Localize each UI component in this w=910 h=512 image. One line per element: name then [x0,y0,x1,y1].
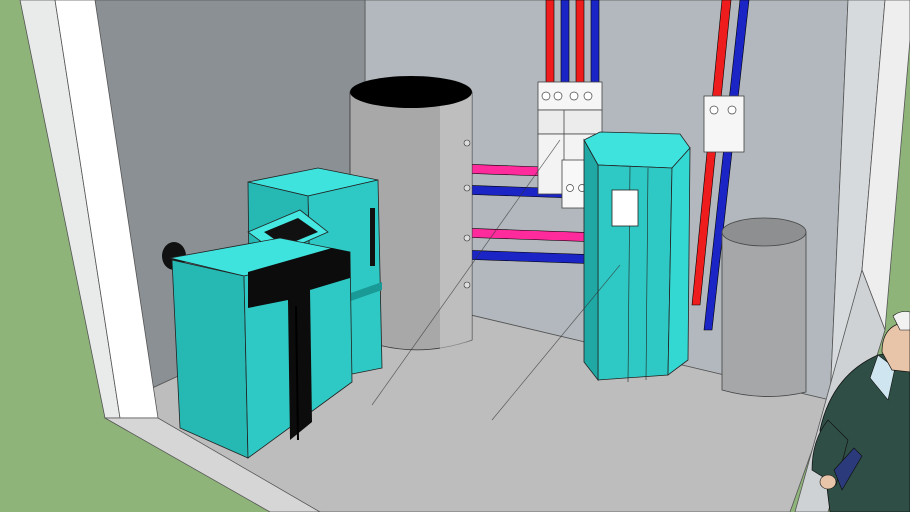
valve-dial [727,105,737,115]
manifold-right [703,95,745,153]
valve-dial [583,91,593,101]
water-heater-tank [721,217,807,397]
scene-canvas [0,0,910,512]
hopper-handle [370,208,375,266]
pipe-blue-1 [560,0,570,86]
manifold-middle [537,109,603,135]
display-panel [611,189,639,227]
pipe-blue-2 [590,0,600,86]
pipe-red-2 [575,0,585,86]
valve-dial [541,91,551,101]
valve-dial [569,91,579,101]
valve-dial [566,184,574,192]
buffer-cylinder-octagonal [583,131,691,383]
valve-dial [553,91,563,101]
pipe-red-1 [545,0,555,86]
valve-dial [709,105,719,115]
boiler-room-scene [0,0,910,512]
